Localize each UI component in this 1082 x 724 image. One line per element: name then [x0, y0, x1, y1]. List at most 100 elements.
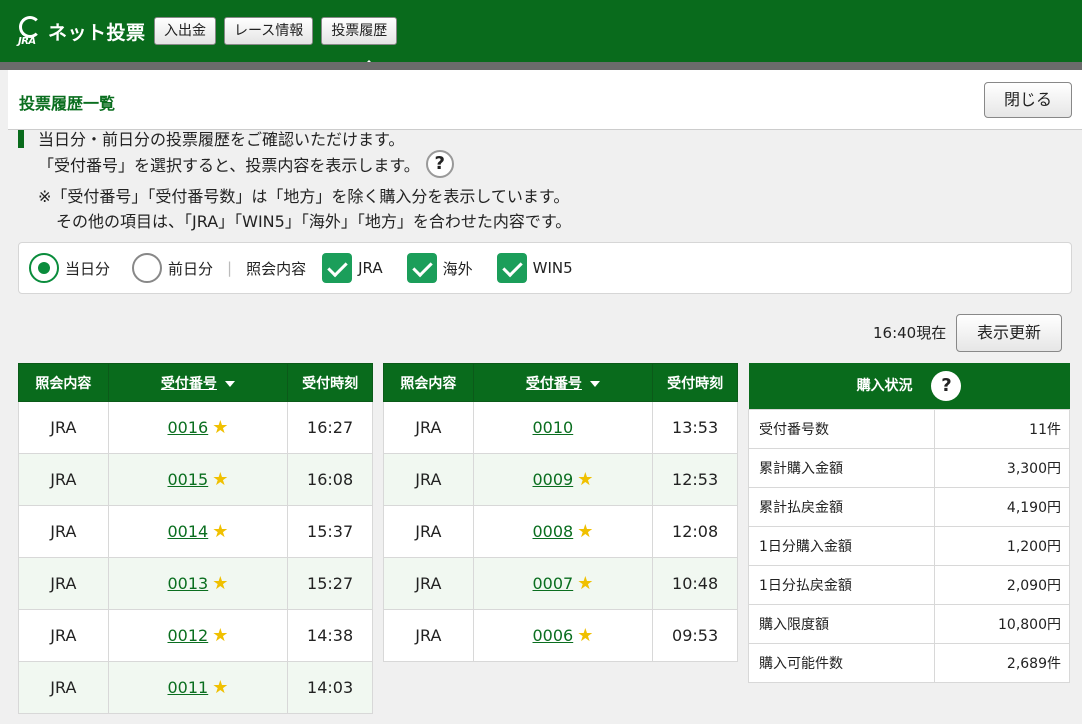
status-value: 4,190円 — [934, 486, 1070, 527]
status-label: 購入限度額 — [748, 603, 935, 644]
checkbox-win5[interactable]: WIN5 — [496, 253, 573, 283]
info-line-2-text: 「受付番号」を選択すると、投票内容を表示します。 — [38, 156, 420, 175]
status-value: 10,800円 — [934, 603, 1070, 644]
receipt-number-link[interactable]: 0009 — [533, 470, 574, 489]
table-row: JRA 0014 ★ 15:37 — [18, 505, 373, 558]
info-bar — [18, 130, 24, 148]
col-header-number[interactable]: 受付番号 — [472, 363, 654, 402]
checkbox-checked-icon[interactable] — [406, 253, 437, 283]
cell-time: 15:27 — [287, 557, 373, 610]
cell-number: 0014 ★ — [107, 505, 289, 558]
checkbox-checked-icon[interactable] — [322, 253, 353, 283]
cell-number: 0007 ★ — [472, 557, 654, 610]
cell-time: 16:27 — [287, 401, 373, 454]
cell-type: JRA — [383, 401, 474, 454]
status-row: 購入限度額 10,800円 — [748, 603, 1070, 644]
table-row: JRA 0011 ★ 14:03 — [18, 661, 373, 714]
status-row: 累計払戻金額 4,190円 — [748, 486, 1070, 527]
filter-bar: 当日分 前日分 | 照会内容 JRA 海外 WIN5 — [18, 242, 1072, 294]
cell-type: JRA — [383, 505, 474, 558]
checkbox-win5-label: WIN5 — [532, 259, 573, 277]
cell-time: 12:53 — [652, 453, 738, 506]
cell-time: 15:37 — [287, 505, 373, 558]
cell-type: JRA — [383, 453, 474, 506]
receipt-number-link[interactable]: 0008 — [533, 522, 574, 541]
history-table-left: 照会内容 受付番号 受付時刻 JRA 0016 ★ 16:27 JRA 0015 ★ 16:0… — [18, 363, 373, 714]
purchase-status-header: 購入状況 ? — [748, 363, 1070, 409]
star-icon: ★ — [212, 521, 229, 542]
cell-type: JRA — [383, 609, 474, 662]
receipt-number-link[interactable]: 0012 — [168, 626, 209, 645]
checkbox-jra[interactable]: JRA — [322, 253, 383, 283]
table-row: JRA 0009 ★ 12:53 — [383, 453, 738, 506]
cell-number: 0006 ★ — [472, 609, 654, 662]
status-label: 1日分購入金額 — [748, 525, 935, 566]
info-line-2: 「受付番号」を選択すると、投票内容を表示します。 ? — [38, 150, 454, 178]
info-line-1: 当日分・前日分の投票履歴をご確認いただけます。 — [38, 130, 405, 149]
status-value: 2,689件 — [934, 642, 1070, 683]
status-row: 1日分払戻金額 2,090円 — [748, 564, 1070, 605]
cell-type: JRA — [18, 505, 109, 558]
current-time-label: 16:40現在 — [873, 324, 947, 342]
receipt-number-link[interactable]: 0016 — [168, 418, 209, 437]
checkbox-jra-label: JRA — [358, 259, 383, 277]
radio-today[interactable]: 当日分 — [29, 253, 110, 283]
cell-time: 12:08 — [652, 505, 738, 558]
col-header-number[interactable]: 受付番号 — [107, 363, 289, 402]
status-row: 累計購入金額 3,300円 — [748, 447, 1070, 488]
help-icon[interactable]: ? — [425, 150, 454, 178]
receipt-number-link[interactable]: 0011 — [168, 678, 209, 697]
radio-previous-day[interactable]: 前日分 — [132, 253, 213, 283]
jra-logo-icon: JRA — [18, 16, 44, 47]
sort-down-icon[interactable] — [224, 380, 235, 387]
cell-type: JRA — [18, 557, 109, 610]
radio-unselected-icon[interactable] — [132, 253, 163, 283]
receipt-number-link[interactable]: 0014 — [168, 522, 209, 541]
nav-deposit-button[interactable]: 入出金 — [154, 17, 216, 45]
panel-header: 投票履歴一覧 閉じる — [8, 70, 1082, 130]
purchase-status-table: 購入状況 ? 受付番号数 11件 累計購入金額 3,300円 累計払戻金額 4,190円 1… — [748, 363, 1070, 683]
receipt-number-link[interactable]: 0013 — [168, 574, 209, 593]
cell-number: 0008 ★ — [472, 505, 654, 558]
radio-selected-icon[interactable] — [29, 253, 59, 283]
receipt-number-link[interactable]: 0006 — [533, 626, 574, 645]
nav-race-info-button[interactable]: レース情報 — [224, 17, 314, 45]
star-icon: ★ — [212, 677, 229, 698]
cell-number: 0016 ★ — [107, 401, 289, 454]
star-icon: ★ — [577, 573, 594, 594]
star-icon: ★ — [577, 625, 594, 646]
star-icon: ★ — [212, 625, 229, 646]
cell-type: JRA — [383, 557, 474, 610]
receipt-number-link[interactable]: 0007 — [533, 574, 574, 593]
status-label: 1日分払戻金額 — [748, 564, 935, 605]
logo[interactable]: JRA ネット投票 — [18, 16, 146, 47]
status-row: 1日分購入金額 1,200円 — [748, 525, 1070, 566]
checkbox-overseas[interactable]: 海外 — [406, 253, 473, 283]
star-icon: ★ — [577, 521, 594, 542]
filter-separator: | — [227, 259, 233, 277]
table-row: JRA 0013 ★ 15:27 — [18, 557, 373, 610]
table-row: JRA 0016 ★ 16:27 — [18, 401, 373, 454]
checkbox-overseas-label: 海外 — [442, 259, 473, 278]
refresh-button[interactable]: 表示更新 — [956, 314, 1062, 352]
sort-down-icon[interactable] — [589, 380, 600, 387]
purchase-status-title: 購入状況 — [856, 377, 913, 394]
table-row: JRA 0008 ★ 12:08 — [383, 505, 738, 558]
cell-number: 0012 ★ — [107, 609, 289, 662]
nav-vote-history-button[interactable]: 投票履歴 — [321, 17, 398, 45]
info-line-4: その他の項目は、「JRA」「WIN5」「海外」「地方」を合わせた内容です。 — [56, 212, 572, 231]
cell-time: 10:48 — [652, 557, 738, 610]
table-row: JRA 0015 ★ 16:08 — [18, 453, 373, 506]
status-label: 累計払戻金額 — [748, 486, 935, 527]
col-header-time: 受付時刻 — [652, 363, 738, 402]
receipt-number-link[interactable]: 0015 — [168, 470, 209, 489]
help-icon[interactable]: ? — [931, 370, 962, 401]
status-value: 1,200円 — [934, 525, 1070, 566]
checkbox-checked-icon[interactable] — [496, 253, 527, 283]
col-header-type: 照会内容 — [383, 363, 474, 402]
close-button[interactable]: 閉じる — [984, 82, 1072, 118]
receipt-number-link[interactable]: 0010 — [533, 418, 574, 437]
status-label: 購入可能件数 — [748, 642, 935, 683]
status-value: 11件 — [934, 408, 1070, 449]
cell-type: JRA — [18, 661, 109, 714]
